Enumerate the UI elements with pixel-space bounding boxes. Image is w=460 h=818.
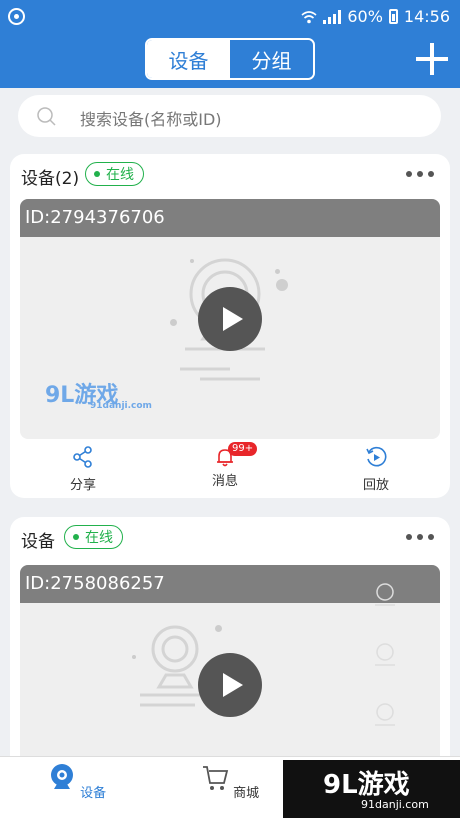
status-badge: 在线 [85,162,144,186]
playback-button[interactable]: 回放 [336,446,416,493]
status-bar: 60% 14:56 [0,0,460,34]
watermark-camera-icons [375,583,395,726]
wifi-icon [301,10,317,23]
play-button[interactable] [198,653,262,717]
online-dot-icon [94,171,100,177]
more-options-button[interactable] [406,171,434,177]
video-preview[interactable]: ID:2794376706 9L游戏 91danji.com [20,199,440,439]
nav-store-label: 商城 [233,786,260,801]
battery-percent: 60% [347,7,383,26]
share-button[interactable]: 分享 [43,446,123,493]
device-id: ID:2794376706 [20,199,440,237]
camera-icon [50,764,73,789]
add-device-button[interactable] [416,43,448,75]
device-card: 设备(2) 在线 ID:2794376706 9L游戏 91danji.com [10,154,450,498]
nav-devices-label: 设备 [80,786,107,801]
watermark-url: 91danji.com [90,401,152,411]
signal-icon [323,9,342,24]
nav-store[interactable]: 商城 [190,763,270,801]
message-count-badge: 99+ [228,442,258,456]
device-actions: 分享 99+ 消息 回放 [10,442,450,494]
more-options-button[interactable] [406,534,434,540]
playback-icon [366,446,387,467]
messages-label: 消息 [211,474,238,489]
status-text: 在线 [85,530,113,546]
share-label: 分享 [69,478,96,493]
online-dot-icon [73,534,79,540]
play-button[interactable] [198,287,262,351]
search-input[interactable]: 搜索设备(名称或ID) [80,106,222,130]
cart-icon [202,766,229,790]
playback-label: 回放 [362,478,389,493]
device-name: 设备(2) [21,169,80,189]
status-badge: 在线 [64,525,123,549]
search-bar[interactable]: 搜索设备(名称或ID) [18,95,441,137]
device-name: 设备 [21,532,55,552]
battery-icon [388,9,398,24]
tab-devices[interactable]: 设备 [147,40,230,78]
corner-watermark: 9L游戏 91danji.com [283,760,460,818]
watermark-logo: 9L游戏 [323,770,410,800]
share-icon [73,446,92,468]
status-text: 在线 [106,167,134,183]
view-switcher: 设备 分组 [145,38,315,80]
clock: 14:56 [403,7,450,26]
app-notification-icon [8,8,25,25]
messages-button[interactable]: 99+ 消息 [185,442,265,489]
search-icon [37,107,56,126]
watermark-url: 91danji.com [361,798,429,811]
device-card: 设备 在线 ID:2758086257 [10,517,450,805]
nav-devices[interactable]: 设备 [37,763,117,801]
tab-groups[interactable]: 分组 [230,40,313,78]
app-header: 设备 分组 [0,34,460,88]
